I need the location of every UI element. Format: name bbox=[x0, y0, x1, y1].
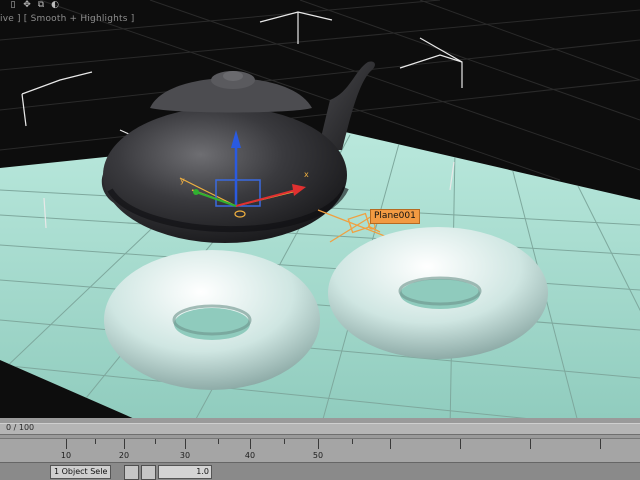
track-tick-minor bbox=[218, 439, 219, 444]
track-tick bbox=[250, 439, 251, 449]
absolute-mode-toggle[interactable] bbox=[141, 465, 156, 480]
track-tick bbox=[530, 439, 531, 449]
x-coord-field[interactable]: 1.0 bbox=[158, 465, 212, 479]
track-tick bbox=[185, 439, 186, 449]
track-tick-label: 50 bbox=[312, 451, 324, 460]
track-tick bbox=[600, 439, 601, 449]
shade-icon[interactable]: ◐ bbox=[50, 0, 60, 10]
track-tick bbox=[390, 439, 391, 449]
viewport-scene[interactable] bbox=[0, 0, 640, 430]
track-tick-minor bbox=[284, 439, 285, 444]
track-tick-label: 10 bbox=[60, 451, 72, 460]
track-tick bbox=[66, 439, 67, 449]
status-bar: 1 Object Sele 1.0 bbox=[0, 462, 640, 480]
track-tick-minor bbox=[95, 439, 96, 444]
track-tick-minor bbox=[352, 439, 353, 444]
page-icon[interactable]: ▯ bbox=[8, 0, 18, 10]
paste-icon[interactable]: ⧉ bbox=[36, 0, 46, 10]
track-tick-minor bbox=[155, 439, 156, 444]
object-name-tooltip: Plane001 bbox=[370, 209, 420, 224]
track-tick-label: 30 bbox=[179, 451, 191, 460]
selection-status-field: 1 Object Sele bbox=[50, 465, 112, 479]
time-slider[interactable]: 0 / 100 bbox=[0, 423, 640, 435]
torus-object-left[interactable] bbox=[104, 250, 320, 390]
lock-selection-toggle[interactable] bbox=[124, 465, 139, 480]
track-tick-label: 40 bbox=[244, 451, 256, 460]
track-tick-label: 20 bbox=[118, 451, 130, 460]
track-tick bbox=[124, 439, 125, 449]
track-bar[interactable]: 10 20 30 40 50 bbox=[0, 438, 640, 463]
track-tick bbox=[460, 439, 461, 449]
torus-object-right[interactable] bbox=[328, 227, 548, 359]
gizmo-axis-x-label: x bbox=[304, 170, 309, 179]
gizmo-axis-y-label: y bbox=[180, 176, 185, 185]
app-window: ▯ ✥ ⧉ ◐ ive ] [ Smooth + Highlights ] Pl… bbox=[0, 0, 640, 480]
bottom-panel: 0 / 100 10 20 30 40 50 1 Object Sele 1.0 bbox=[0, 418, 640, 480]
time-slider-readout: 0 / 100 bbox=[6, 423, 35, 432]
viewport-label[interactable]: ive ] [ Smooth + Highlights ] bbox=[0, 14, 134, 24]
perspective-viewport[interactable]: ▯ ✥ ⧉ ◐ ive ] [ Smooth + Highlights ] Pl… bbox=[0, 0, 640, 430]
track-tick bbox=[318, 439, 319, 449]
move-icon[interactable]: ✥ bbox=[22, 0, 32, 10]
top-toolbar-fragment: ▯ ✥ ⧉ ◐ bbox=[0, 0, 130, 12]
